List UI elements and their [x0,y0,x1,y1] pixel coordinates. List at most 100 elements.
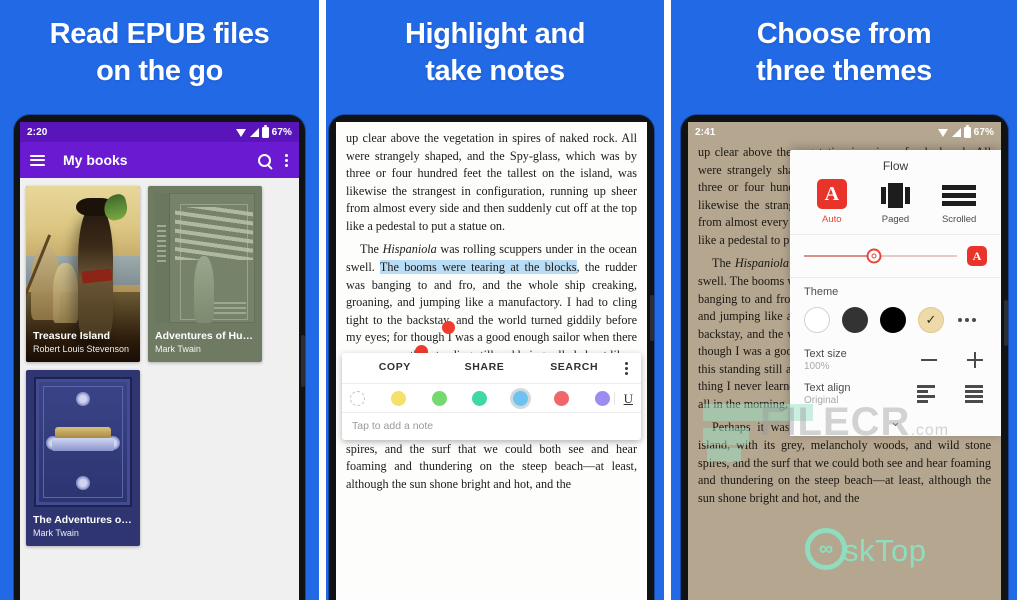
status-time: 2:20 [27,126,48,138]
theme-swatch-row: ✓ [790,300,1001,344]
panel-3-headline: Choose from three themes [671,16,1017,90]
signal-icon [249,127,259,137]
battery-percent: 67% [973,126,994,138]
align-left-icon[interactable] [917,385,935,403]
status-bar-3: 2:41 67% [688,122,1001,142]
wifi-icon [235,128,247,137]
flow-options-row: A Auto Paged Scrolled [790,179,1001,234]
book-title: Treasure Island [33,329,111,342]
book-author: Mark Twain [155,344,201,354]
menu-icon[interactable] [30,154,45,166]
text-size-value: 100% [804,361,830,372]
text-selection-menu: COPY SHARE SEARCH U Tap to add a note [342,353,641,440]
headline-line-1: Read EPUB files [49,18,270,50]
wifi-icon [937,128,949,137]
overflow-menu-icon[interactable] [285,153,289,167]
theme-label: Theme [804,286,839,298]
book-author: Robert Louis Stevenson [33,344,130,354]
headline-line-2: take notes [425,54,565,87]
promo-panel-1: Read EPUB files on the go 2:20 67% My bo… [0,0,319,600]
theme-swatch-sepia[interactable]: ✓ [918,307,944,333]
flow-section-title: Flow [882,159,909,173]
text-align-value: Original [804,395,839,406]
book-title: The Adventures of T... [33,513,133,526]
phone-frame-1: 2:20 67% My books Treasure Island Robert… [14,115,305,600]
text-run: The [360,242,383,257]
flow-option-paged[interactable]: Paged [867,181,923,225]
book-title: Adventures of Huck... [155,329,255,342]
theme-swatch-light[interactable] [804,307,830,333]
brightness-slider[interactable] [804,248,957,264]
promo-panel-2: Highlight and take notes up clear above … [326,0,664,600]
flow-option-label: Scrolled [941,214,977,225]
reader-page-2: up clear above the vegetation in spires … [336,122,647,600]
swatch-red[interactable] [553,390,569,406]
text-size-increase-icon[interactable] [967,352,983,368]
text-size-decrease-icon[interactable] [921,358,937,362]
app-bar-title: My books [63,152,128,168]
book-author: Mark Twain [33,528,79,538]
status-bar-1: 2:20 67% [20,122,299,142]
theme-section: Theme [790,278,1001,300]
text-run: The [712,256,735,271]
battery-icon [261,124,269,138]
add-note-input[interactable]: Tap to add a note [342,413,641,440]
flow-option-auto[interactable]: A Auto [804,179,860,225]
text-size-row: Text size 100% [790,344,1001,378]
underline-icon[interactable]: U [613,391,633,405]
auto-brightness-icon[interactable]: A [967,246,987,266]
theme-swatch-gray[interactable] [842,307,868,333]
battery-percent: 67% [271,126,292,138]
app-bar: My books [20,142,299,178]
signal-icon [951,127,961,137]
align-justify-icon[interactable] [965,385,983,403]
panel-divider [319,0,326,600]
auto-a-icon: A [816,179,847,209]
status-time: 2:41 [695,126,716,138]
selection-handle-start[interactable] [442,321,455,334]
flow-option-label: Auto [822,214,842,225]
search-icon[interactable] [258,153,271,167]
swatch-purple[interactable] [594,390,610,406]
text-align-label: Text align [804,382,851,394]
phone-screen-2: up clear above the vegetation in spires … [336,122,647,600]
headline-line-1: Highlight and [404,18,586,50]
brightness-slider-thumb[interactable] [866,248,882,264]
highlight-color-row: U [342,383,641,413]
swatch-none[interactable] [350,390,365,406]
book-card[interactable]: The Adventures of T... Mark Twain [26,370,140,546]
swatch-teal[interactable] [472,390,488,406]
share-button[interactable]: SHARE [440,360,530,375]
book-card[interactable]: Treasure Island Robert Louis Stevenson [26,186,140,362]
overflow-menu-icon[interactable] [619,361,633,375]
library-grid: Treasure Island Robert Louis Stevenson A… [20,178,299,600]
theme-more-icon[interactable] [958,318,976,322]
phone-side-button [1004,300,1008,346]
brightness-row: A [790,235,1001,277]
flow-option-scrolled[interactable]: Scrolled [931,181,987,225]
book-card[interactable]: Adventures of Huck... Mark Twain [148,186,262,362]
book-name-italic: Hispaniola [382,242,437,257]
copy-button[interactable]: COPY [350,360,440,375]
swatch-blue[interactable] [513,390,529,406]
theme-swatch-black[interactable] [880,307,906,333]
phone-screen-1: 2:20 67% My books Treasure Island Robert… [20,122,299,600]
reader-paragraph: up clear above the vegetation in spires … [346,131,637,233]
headline-line-1: Choose from [756,18,932,50]
headline-line-2: on the go [96,54,223,87]
promo-panel-3: Choose from three themes 2:41 67% up cle… [671,0,1017,600]
text-align-row: Text align Original [790,378,1001,412]
swatch-yellow[interactable] [390,390,406,406]
swatch-green[interactable] [431,390,447,406]
phone-side-button [301,335,305,387]
search-button[interactable]: SEARCH [529,360,619,375]
text-highlight[interactable]: The booms were tearing at the blocks [379,259,577,274]
text-size-label: Text size [804,348,847,360]
phone-frame-2: up clear above the vegetation in spires … [329,115,654,600]
reader-settings-sheet: Flow A Auto Paged Scrolled A Theme ✓ Tex… [790,150,1001,436]
collapse-sheet-icon[interactable]: ⌄ [790,412,1001,436]
phone-screen-3: 2:41 67% up clear above the vegetation i… [688,122,1001,600]
screenshot-root: Read EPUB files on the go 2:20 67% My bo… [0,0,1036,600]
phone-side-button [650,295,654,341]
panel-2-headline: Highlight and take notes [326,16,664,90]
